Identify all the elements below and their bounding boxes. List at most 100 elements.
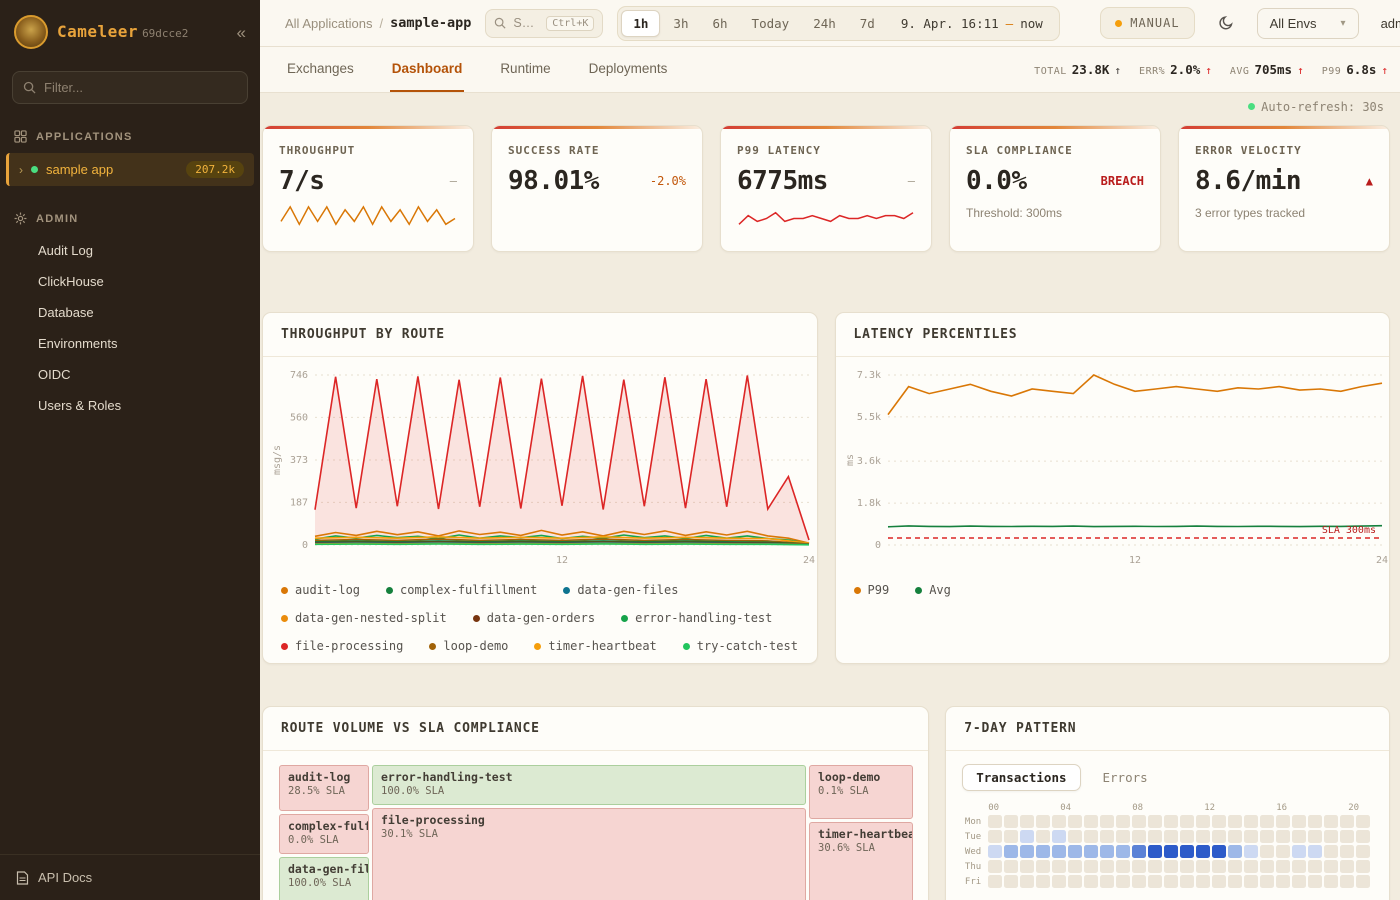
- heatmap-cell[interactable]: [1132, 860, 1146, 873]
- heatmap-cell[interactable]: [1196, 845, 1210, 858]
- heatmap-cell[interactable]: [1356, 830, 1370, 843]
- heatmap-tab-transactions[interactable]: Transactions: [962, 764, 1080, 791]
- legend-item-data-gen-orders[interactable]: data-gen-orders: [473, 611, 595, 625]
- legend-item-complex-fulfillment[interactable]: complex-fulfillment: [386, 583, 537, 597]
- heatmap-cell[interactable]: [1324, 875, 1338, 888]
- legend-item-data-gen-files[interactable]: data-gen-files: [563, 583, 678, 597]
- heatmap-cell[interactable]: [1196, 860, 1210, 873]
- legend-item-file-processing[interactable]: file-processing: [281, 639, 403, 653]
- user-menu[interactable]: admin: [1373, 16, 1400, 31]
- legend-item-loop-demo[interactable]: loop-demo: [429, 639, 508, 653]
- heatmap-cell[interactable]: [1068, 830, 1082, 843]
- heatmap-cell[interactable]: [1068, 860, 1082, 873]
- sidebar-collapse-button[interactable]: «: [237, 24, 246, 41]
- heatmap-cell[interactable]: [1180, 815, 1194, 828]
- heatmap-cell[interactable]: [1132, 875, 1146, 888]
- heatmap-cell[interactable]: [1020, 845, 1034, 858]
- heatmap-cell[interactable]: [1004, 845, 1018, 858]
- heatmap-cell[interactable]: [1292, 875, 1306, 888]
- sidebar-item-clickhouse[interactable]: ClickHouse: [0, 266, 260, 297]
- sidebar-filter-input[interactable]: [44, 80, 237, 95]
- heatmap-cell[interactable]: [1212, 845, 1226, 858]
- treemap-cell-file-processing[interactable]: file-processing 30.1% SLA: [372, 808, 806, 900]
- heatmap-cell[interactable]: [1084, 860, 1098, 873]
- heatmap-cell[interactable]: [1260, 860, 1274, 873]
- heatmap-cell[interactable]: [1020, 830, 1034, 843]
- treemap-cell-timer-heartbeat[interactable]: timer-heartbeat 30.6% SLA: [809, 822, 913, 900]
- heatmap-cell[interactable]: [1148, 845, 1162, 858]
- heatmap-cell[interactable]: [1004, 860, 1018, 873]
- heatmap-cell[interactable]: [1308, 860, 1322, 873]
- heatmap-cell[interactable]: [1308, 815, 1322, 828]
- breadcrumb-all-applications[interactable]: All Applications: [285, 16, 372, 31]
- heatmap-cell[interactable]: [988, 830, 1002, 843]
- heatmap-cell[interactable]: [1084, 815, 1098, 828]
- heatmap-cell[interactable]: [1068, 815, 1082, 828]
- heatmap-cell[interactable]: [1100, 815, 1114, 828]
- heatmap-cell[interactable]: [1340, 830, 1354, 843]
- heatmap-cell[interactable]: [1356, 860, 1370, 873]
- heatmap-cell[interactable]: [1308, 875, 1322, 888]
- treemap-cell-error-handling-test[interactable]: error-handling-test 100.0% SLA: [372, 765, 806, 805]
- manual-refresh-button[interactable]: MANUAL: [1100, 7, 1194, 39]
- heatmap-cell[interactable]: [1116, 845, 1130, 858]
- heatmap-cell[interactable]: [1132, 815, 1146, 828]
- api-docs-link[interactable]: API Docs: [0, 854, 260, 900]
- heatmap-cell[interactable]: [1244, 860, 1258, 873]
- heatmap-cell[interactable]: [1052, 875, 1066, 888]
- heatmap-cell[interactable]: [1164, 860, 1178, 873]
- latency-chart[interactable]: 01.8k3.6k5.5k7.3k1224msSLA 300ms: [836, 357, 1390, 569]
- heatmap-cell[interactable]: [1084, 845, 1098, 858]
- heatmap-cell[interactable]: [988, 845, 1002, 858]
- heatmap-cell[interactable]: [1164, 815, 1178, 828]
- heatmap-cell[interactable]: [1212, 815, 1226, 828]
- heatmap-cell[interactable]: [1100, 845, 1114, 858]
- heatmap-cell[interactable]: [1004, 815, 1018, 828]
- heatmap-cell[interactable]: [1132, 830, 1146, 843]
- legend-item-audit-log[interactable]: audit-log: [281, 583, 360, 597]
- heatmap-cell[interactable]: [1116, 830, 1130, 843]
- heatmap-cell[interactable]: [1036, 875, 1050, 888]
- heatmap-cell[interactable]: [1164, 875, 1178, 888]
- heatmap-cell[interactable]: [1244, 815, 1258, 828]
- heatmap-cell[interactable]: [1292, 845, 1306, 858]
- heatmap-cell[interactable]: [1340, 860, 1354, 873]
- heatmap-cell[interactable]: [1356, 875, 1370, 888]
- heatmap-cell[interactable]: [1036, 815, 1050, 828]
- sidebar-item-users-roles[interactable]: Users & Roles: [0, 390, 260, 421]
- heatmap-cell[interactable]: [1052, 845, 1066, 858]
- tab-exchanges[interactable]: Exchanges: [285, 47, 356, 92]
- heatmap-cell[interactable]: [1276, 875, 1290, 888]
- sidebar-item-database[interactable]: Database: [0, 297, 260, 328]
- heatmap-cell[interactable]: [1276, 860, 1290, 873]
- legend-item-P99[interactable]: P99: [854, 583, 890, 597]
- throughput-chart[interactable]: 01873735607461224msg/s: [263, 357, 817, 569]
- heatmap-cell[interactable]: [1228, 830, 1242, 843]
- heatmap-cell[interactable]: [1036, 845, 1050, 858]
- heatmap-cell[interactable]: [1260, 830, 1274, 843]
- heatmap-cell[interactable]: [1308, 845, 1322, 858]
- tab-dashboard[interactable]: Dashboard: [390, 47, 465, 92]
- legend-item-data-gen-nested-split[interactable]: data-gen-nested-split: [281, 611, 447, 625]
- heatmap-cell[interactable]: [1340, 815, 1354, 828]
- legend-item-try-catch-test[interactable]: try-catch-test: [683, 639, 798, 653]
- treemap-cell-data-gen-files[interactable]: data-gen-files 100.0% SLA: [279, 857, 369, 900]
- heatmap-cell[interactable]: [1324, 830, 1338, 843]
- heatmap-cell[interactable]: [1148, 860, 1162, 873]
- heatmap-cell[interactable]: [1036, 860, 1050, 873]
- heatmap-cell[interactable]: [1020, 815, 1034, 828]
- heatmap-cell[interactable]: [1324, 845, 1338, 858]
- heatmap-cell[interactable]: [1228, 860, 1242, 873]
- heatmap-cell[interactable]: [1340, 845, 1354, 858]
- heatmap-cell[interactable]: [1324, 860, 1338, 873]
- legend-item-error-handling-test[interactable]: error-handling-test: [621, 611, 772, 625]
- heatmap-cell[interactable]: [1020, 875, 1034, 888]
- heatmap-cell[interactable]: [1068, 875, 1082, 888]
- legend-item-timer-heartbeat[interactable]: timer-heartbeat: [534, 639, 656, 653]
- date-range[interactable]: 9. Apr. 16:11 — now: [888, 16, 1056, 31]
- heatmap-cell[interactable]: [1260, 815, 1274, 828]
- legend-item-Avg[interactable]: Avg: [915, 583, 951, 597]
- heatmap-cell[interactable]: [1292, 860, 1306, 873]
- treemap-cell-complex-fulfillment[interactable]: complex-fulfil… 0.0% SLA: [279, 814, 369, 854]
- heatmap-cell[interactable]: [1052, 815, 1066, 828]
